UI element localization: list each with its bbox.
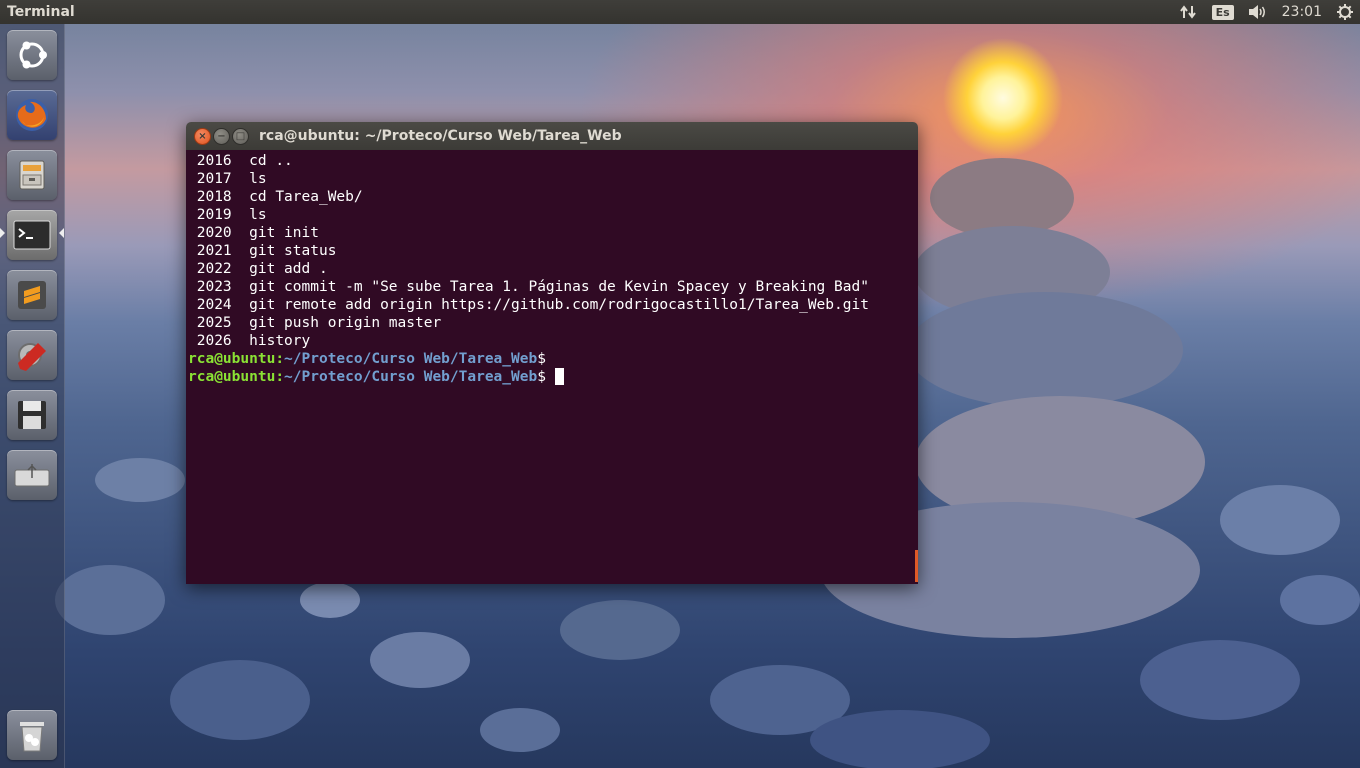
history-line: 2022 git add . [188,260,918,278]
prompt-path: ~/Proteco/Curso Web/Tarea_Web [284,369,538,385]
history-command: git commit -m "Se sube Tarea 1. Páginas … [249,279,869,295]
text-cursor [554,368,564,385]
history-number: 2023 [196,279,232,295]
close-button[interactable]: × [194,128,211,145]
volume-icon[interactable] [1248,0,1268,24]
system-settings-launcher[interactable] [7,330,57,380]
history-line: 2025 git push origin master [188,314,918,332]
history-line: 2021 git status [188,242,918,260]
focused-indicator [59,228,64,238]
prompt-user: rca@ubuntu [188,369,276,385]
prompt-line: rca@ubuntu:~/Proteco/Curso Web/Tarea_Web… [188,350,918,368]
prompt-separator: : [275,369,285,385]
history-line: 2016 cd .. [188,152,918,170]
history-line: 2024 git remote add origin https://githu… [188,296,918,314]
prompt-path: ~/Proteco/Curso Web/Tarea_Web [284,351,538,367]
keyboard-layout-indicator[interactable]: Es [1211,0,1234,24]
window-title: rca@ubuntu: ~/Proteco/Curso Web/Tarea_We… [259,128,622,144]
running-indicator [0,228,5,238]
history-line: 2023 git commit -m "Se sube Tarea 1. Pág… [188,278,918,296]
prompt-separator: : [275,351,285,367]
keyboard-layout-label: Es [1211,4,1234,20]
network-transfer-icon[interactable] [1179,0,1198,24]
history-line: 2026 history [188,332,918,350]
history-number: 2020 [196,225,232,241]
history-command: git remote add origin https://github.com… [249,297,869,313]
top-panel: Terminal Es 23:01 [0,0,1360,24]
history-number: 2025 [196,315,232,331]
usb-drive-launcher[interactable] [7,450,57,500]
history-command: git push origin master [249,315,442,331]
history-line: 2019 ls [188,206,918,224]
history-command: git status [249,243,337,259]
scrollbar-marker[interactable] [915,550,918,582]
window-titlebar[interactable]: × − □ rca@ubuntu: ~/Proteco/Curso Web/Ta… [186,122,918,150]
usb-drive-icon [14,464,50,487]
firefox-launcher[interactable] [7,90,57,140]
minimize-button[interactable]: − [213,128,230,145]
trash-icon [20,722,44,752]
files-launcher[interactable] [7,150,57,200]
maximize-button[interactable]: □ [232,128,249,145]
file-cabinet-icon [19,160,45,190]
history-number: 2018 [196,189,232,205]
history-number: 2022 [196,261,232,277]
terminal-window[interactable]: × − □ rca@ubuntu: ~/Proteco/Curso Web/Ta… [186,122,918,584]
history-number: 2021 [196,243,232,259]
minimize-icon: − [217,130,226,142]
history-command: cd .. [249,153,293,169]
ubuntu-logo-icon [19,41,47,69]
firefox-icon [16,99,48,131]
prompt-user: rca@ubuntu [188,351,276,367]
active-app-title: Terminal [7,4,75,20]
history-command: ls [249,207,267,223]
history-number: 2016 [196,153,232,169]
history-line: 2018 cd Tarea_Web/ [188,188,918,206]
floppy-disk-icon [18,401,46,429]
history-line: 2017 ls [188,170,918,188]
sublime-text-icon [18,281,46,309]
history-number: 2024 [196,297,232,313]
settings-wrench-icon [18,343,46,371]
terminal-icon [13,220,51,250]
prompt-symbol: $ [537,369,555,385]
launcher [0,24,65,768]
history-command: git init [249,225,319,241]
history-command: ls [249,171,267,187]
history-number: 2019 [196,207,232,223]
history-command: git add . [249,261,328,277]
maximize-icon: □ [235,130,246,142]
history-command: history [249,333,311,349]
prompt-line-active[interactable]: rca@ubuntu:~/Proteco/Curso Web/Tarea_Web… [188,368,918,386]
history-line: 2020 git init [188,224,918,242]
sublime-text-launcher[interactable] [7,270,57,320]
close-icon: × [198,130,207,142]
save-disk-launcher[interactable] [7,390,57,440]
session-gear-icon[interactable] [1336,0,1354,24]
history-number: 2017 [196,171,232,187]
clock[interactable]: 23:01 [1282,4,1322,20]
terminal-output[interactable]: 2016 cd .. 2017 ls 2018 cd Tarea_Web/ 20… [186,150,918,584]
ubuntu-dash-button[interactable] [7,30,57,80]
history-number: 2026 [196,333,232,349]
prompt-symbol: $ [537,351,546,367]
trash-launcher[interactable] [7,710,57,760]
history-command: cd Tarea_Web/ [249,189,363,205]
terminal-launcher[interactable] [7,210,57,260]
